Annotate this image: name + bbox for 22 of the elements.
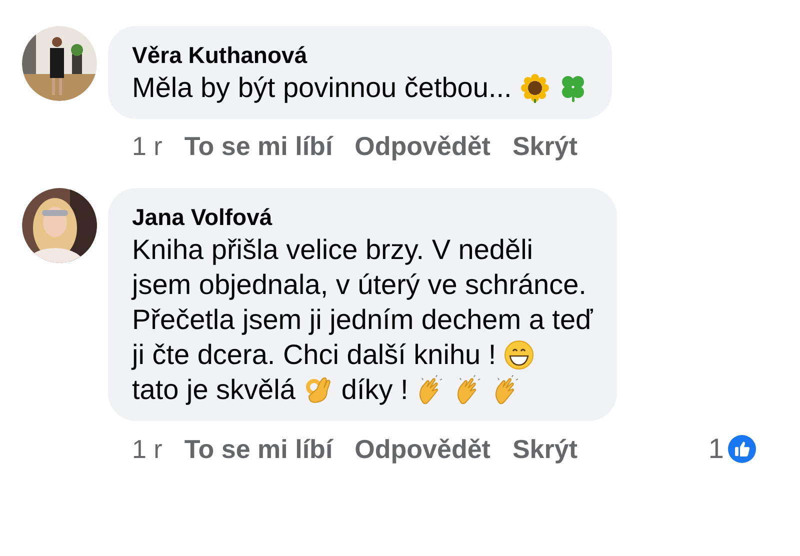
comment-text: ji čte dcera. Chci další knihu ! [132,338,496,372]
action-link[interactable]: Odpovědět [354,434,490,464]
action-link[interactable]: Odpovědět [354,131,490,162]
author-name[interactable]: Věra Kuthanová [132,40,588,70]
reaction-count: 1 [708,433,724,465]
action-link[interactable]: To se mi líbí [184,131,333,162]
action-link[interactable]: Skrýt [512,131,578,162]
action-link[interactable]: Skrýt [512,434,578,464]
comment-text: díky ! [341,373,408,407]
sunflower-icon [520,72,550,102]
comment-text: jsem objednala, v úterý ve schránce. [132,268,586,302]
grinning-face-icon [504,340,534,370]
like-icon [728,435,756,463]
comment-text: Přečetla jsem ji jedním dechem a teď [132,303,593,337]
comment-text: tato je skvělá [132,373,296,407]
ok-hand-icon [303,374,334,404]
comment-text: Kniha přišla velice brzy. V neděli [132,233,534,267]
timestamp: 1 r [132,434,162,464]
timestamp: 1 r [132,131,162,162]
author-name[interactable]: Jana Volfová [132,202,593,232]
action-link[interactable]: To se mi líbí [184,434,333,464]
comment-text: Měla by být povinnou četbou... [132,71,512,105]
